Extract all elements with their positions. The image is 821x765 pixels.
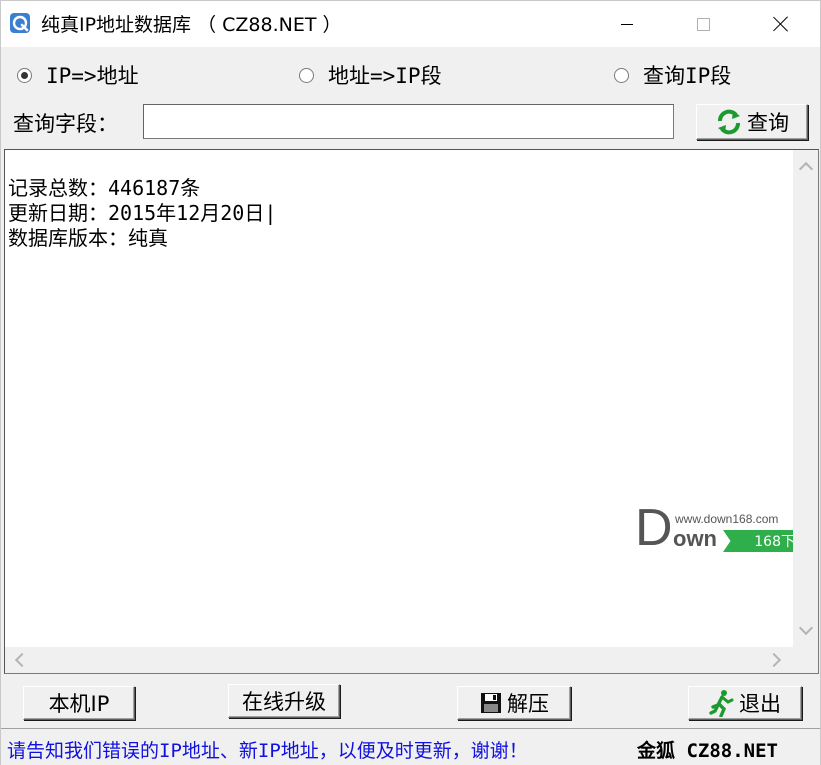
running-man-icon [709, 689, 735, 717]
query-button-label: 查询 [747, 111, 789, 135]
status-bar: 请告知我们错误的IP地址、新IP地址，以便及时更新，谢谢！ 金狐 CZ88.NE… [1, 728, 820, 765]
radio-address-to-ip[interactable]: 地址=>IP段 [299, 61, 442, 89]
title-bar[interactable]: 纯真IP地址数据库 （ CZ88.NET ） [1, 1, 820, 47]
window-title: 纯真IP地址数据库 （ CZ88.NET ） [41, 14, 342, 36]
close-button[interactable] [753, 1, 809, 47]
app-logo-icon [10, 13, 30, 33]
radio-checked-icon [17, 67, 32, 83]
watermark-url: www.down168.com [675, 512, 779, 526]
scroll-up-icon[interactable] [798, 161, 814, 177]
exit-button[interactable]: 退出 [688, 686, 802, 720]
horizontal-scrollbar[interactable] [5, 647, 793, 673]
radio-label: 地址=>IP段 [328, 64, 442, 88]
close-icon [773, 16, 789, 32]
query-field-label: 查询字段： [13, 112, 118, 136]
radio-query-ip-range[interactable]: 查询IP段 [614, 61, 731, 89]
radio-label: IP=>地址 [46, 64, 139, 88]
result-textarea[interactable]: 记录总数：446187条 更新日期：2015年12月20日| 数据库版本：纯真 … [4, 149, 819, 674]
local-ip-button[interactable]: 本机IP [23, 686, 135, 720]
watermark-letter: D [635, 499, 673, 557]
result-text: 记录总数：446187条 更新日期：2015年12月20日| 数据库版本：纯真 [8, 176, 277, 250]
radio-unchecked-icon [614, 67, 629, 83]
scroll-left-icon[interactable] [14, 652, 30, 668]
scroll-right-icon[interactable] [766, 652, 782, 668]
unzip-button[interactable]: 解压 [457, 686, 571, 720]
radio-ip-to-address[interactable]: IP=>地址 [17, 61, 139, 89]
maximize-icon [696, 17, 710, 31]
radio-label: 查询IP段 [643, 64, 732, 88]
radio-unchecked-icon [299, 67, 314, 83]
app-window: 纯真IP地址数据库 （ CZ88.NET ） IP=>地址 地址=>IP段 查询… [0, 0, 821, 765]
unzip-button-label: 解压 [507, 692, 549, 716]
query-button[interactable]: 查询 [696, 104, 808, 140]
query-input[interactable] [143, 104, 674, 139]
scroll-corner [793, 647, 818, 673]
floppy-disk-icon [479, 691, 503, 715]
local-ip-button-label: 本机IP [48, 692, 110, 716]
minimize-button[interactable] [599, 1, 655, 47]
minimize-icon [621, 23, 633, 25]
status-brand: 金狐 CZ88.NET [637, 740, 778, 762]
exit-button-label: 退出 [739, 692, 781, 716]
online-upgrade-button[interactable]: 在线升级 [228, 684, 340, 718]
maximize-button[interactable] [675, 1, 731, 47]
scroll-down-icon[interactable] [798, 620, 814, 636]
watermark-word: own [673, 526, 717, 551]
vertical-scrollbar[interactable] [793, 150, 818, 647]
online-upgrade-button-label: 在线升级 [242, 690, 326, 714]
refresh-icon [715, 109, 743, 135]
status-message: 请告知我们错误的IP地址、新IP地址，以便及时更新，谢谢！ [7, 740, 528, 762]
